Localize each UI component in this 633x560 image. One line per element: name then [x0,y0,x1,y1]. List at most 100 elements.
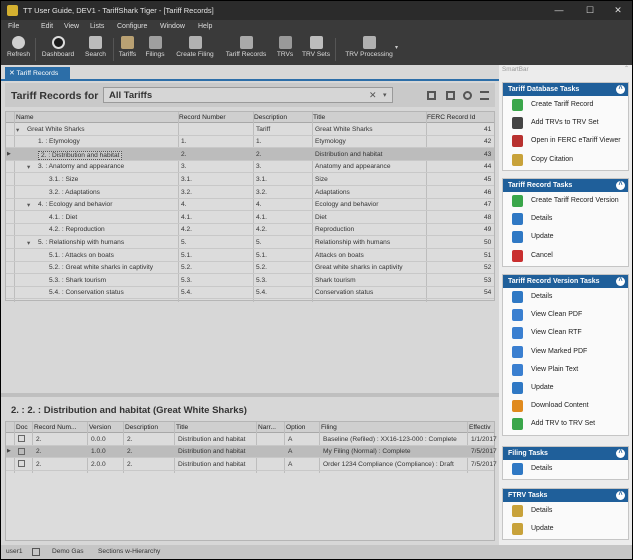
task-panel-header[interactable]: FTRV Tasks ˄ [503,489,628,502]
trv-sets-button[interactable]: TRV Sets [299,36,333,58]
task-item[interactable]: Open in FERC eTariff Viewer [503,132,628,150]
close-button[interactable]: ✕ [605,3,631,18]
search-icon[interactable] [463,91,472,100]
collapse-icon[interactable]: ˄ [616,277,625,286]
task-item[interactable]: Add TRV to TRV Set [503,415,628,433]
task-item[interactable]: View Clean RTF [503,324,628,342]
expand-toggle-icon[interactable]: ▾ [27,163,30,171]
expand-all-icon[interactable] [427,91,436,100]
table-row[interactable]: ▾ 5. : Relationship with humans 5. 5. Relati… [6,236,494,249]
task-item[interactable]: Details [503,210,628,228]
refresh-button[interactable]: Refresh [5,36,32,58]
chevron-down-icon[interactable]: ▾ [383,91,387,99]
menu-window[interactable]: Window [160,23,185,30]
expand-toggle-icon[interactable]: ▾ [27,201,30,209]
collapse-icon[interactable]: ˄ [616,85,625,94]
task-panel-header[interactable]: Filing Tasks ˄ [503,447,628,460]
table-row[interactable]: 4.2. : Reproduction 4.2. 4.2. Reproduction 4… [6,224,494,237]
task-panel-header[interactable]: Tariff Record Version Tasks ˄ [503,275,628,288]
column-ferc-record-id[interactable]: FERC Record Id [427,114,475,121]
tariff-records-button[interactable]: Tariff Records [222,36,270,58]
column-description[interactable]: Description [254,114,287,121]
task-item[interactable]: Details [503,502,628,520]
table-row[interactable]: 1. : Etymology 1. 1. Etymology 42 [6,136,494,149]
maximize-button[interactable]: ☐ [577,3,603,18]
menu-edit[interactable]: Edit [41,23,53,30]
version-row[interactable]: 2. 0.0.0 2. Distribution and habitat A Baseli… [6,433,497,446]
table-row[interactable]: 5.2. : Great white sharks in captivity 5.… [6,262,494,275]
tariff-records-icon [239,36,253,49]
task-item[interactable]: Add TRVs to TRV Set [503,114,628,132]
tariff-selector[interactable]: All Tariffs ✕ ▾ [103,87,393,103]
table-row[interactable]: 3.1. : Size 3.1. 3.1. Size 45 [6,173,494,186]
task-item[interactable]: Details [503,288,628,306]
task-item[interactable]: Copy Citation [503,151,628,169]
task-item[interactable]: Update [503,520,628,538]
table-row[interactable]: ▾ Great White Sharks Tariff Great White Sha… [6,123,494,136]
column-title[interactable]: Title [176,424,188,431]
table-row[interactable]: 5.3. : Shark tourism 5.3. 5.3. Shark touris… [6,274,494,287]
search-button[interactable]: Search [82,36,109,58]
table-row[interactable]: 5.1. : Attacks on boats 5.1. 5.1. Attacks o… [6,249,494,262]
column-option[interactable]: Option [286,424,305,431]
column-record-num[interactable]: Record Num... [34,424,77,431]
task-panel-header[interactable]: Tariff Database Tasks ˄ [503,83,628,96]
table-row[interactable]: 5.4. : Conservation status 5.4. 5.4. Conser… [6,287,494,300]
column-version[interactable]: Version [89,424,111,431]
trv-processing-button[interactable]: TRV Processing [341,36,397,58]
menu-file[interactable]: File [8,23,19,30]
table-row[interactable]: 4.1. : Diet 4.1. 4.1. Diet 48 [6,211,494,224]
expand-toggle-icon[interactable]: ▾ [16,126,19,134]
menu-help[interactable]: Help [198,23,212,30]
task-item[interactable]: Cancel [503,247,628,265]
task-item[interactable]: Create Tariff Record Version [503,192,628,210]
task-item[interactable]: View Plain Text [503,361,628,379]
menu-view[interactable]: View [64,23,79,30]
clear-icon[interactable]: ✕ [369,90,377,101]
menu-icon[interactable] [480,91,489,100]
column-filing[interactable]: Filing [321,424,337,431]
expand-toggle-icon[interactable]: ▾ [27,239,30,247]
task-panel-header[interactable]: Tariff Record Tasks ˄ [503,179,628,192]
filings-button[interactable]: Filings [143,36,167,58]
version-row[interactable]: ▶ 2. 1.0.0 2. Distribution and habitat A My Fi… [6,445,497,459]
cell-record-number: 5.3. [181,276,192,284]
column-doc[interactable]: Doc [16,424,28,431]
column-description[interactable]: Description [125,424,158,431]
task-item[interactable]: Download Content [503,397,628,415]
collapse-icon[interactable]: ˄ [616,449,625,458]
column-title[interactable]: Title [313,114,325,121]
task-item[interactable]: Create Tariff Record [503,96,628,114]
table-row[interactable]: ▾ 4. : Ecology and behavior 4. 4. Ecology an… [6,199,494,212]
table-row[interactable]: ▾ 3. : Anatomy and appearance 3. 3. Anatomy … [6,161,494,174]
menu-configure[interactable]: Configure [117,23,147,30]
table-row[interactable]: 3.2. : Adaptations 3.2. 3.2. Adaptations 46 [6,186,494,199]
toolbar-overflow-icon[interactable]: ▾ [395,44,398,51]
cell-description: 2. [127,435,133,443]
tariffs-button[interactable]: Tariffs [116,36,139,58]
menu-lists[interactable]: Lists [90,23,104,30]
column-record-number[interactable]: Record Number [179,114,226,121]
dashboard-button[interactable]: Dashboard [39,36,77,58]
task-item[interactable]: Update [503,379,628,397]
task-item[interactable]: Details [503,460,628,478]
column-narrative[interactable]: Narr... [258,424,276,431]
column-effective[interactable]: Effectiv [469,424,491,431]
tab-tariff-records[interactable]: ✕ Tariff Records [5,67,70,79]
version-row[interactable]: 2. 2.0.0 2. Distribution and habitat A Order … [6,458,497,471]
collapse-all-icon[interactable] [446,91,455,100]
collapse-icon[interactable]: ˄ [616,491,625,500]
trvs-button[interactable]: TRVs [274,36,296,58]
create-filing-button[interactable]: Create Filing [173,36,217,58]
minimize-button[interactable]: — [546,3,572,18]
task-item[interactable]: View Marked PDF [503,343,628,361]
task-item[interactable]: Update [503,228,628,246]
pin-icon[interactable]: ⌃ [624,65,629,72]
collapse-icon[interactable]: ˄ [616,181,625,190]
task-item[interactable]: View Clean PDF [503,306,628,324]
cell-description: 5. [256,238,262,246]
splitter[interactable] [1,393,499,397]
table-row[interactable]: ▶ 2. : Distribution and habitat 2. 2. Distri… [6,148,494,161]
column-name[interactable]: Name [16,114,34,121]
database-icon [32,548,40,556]
